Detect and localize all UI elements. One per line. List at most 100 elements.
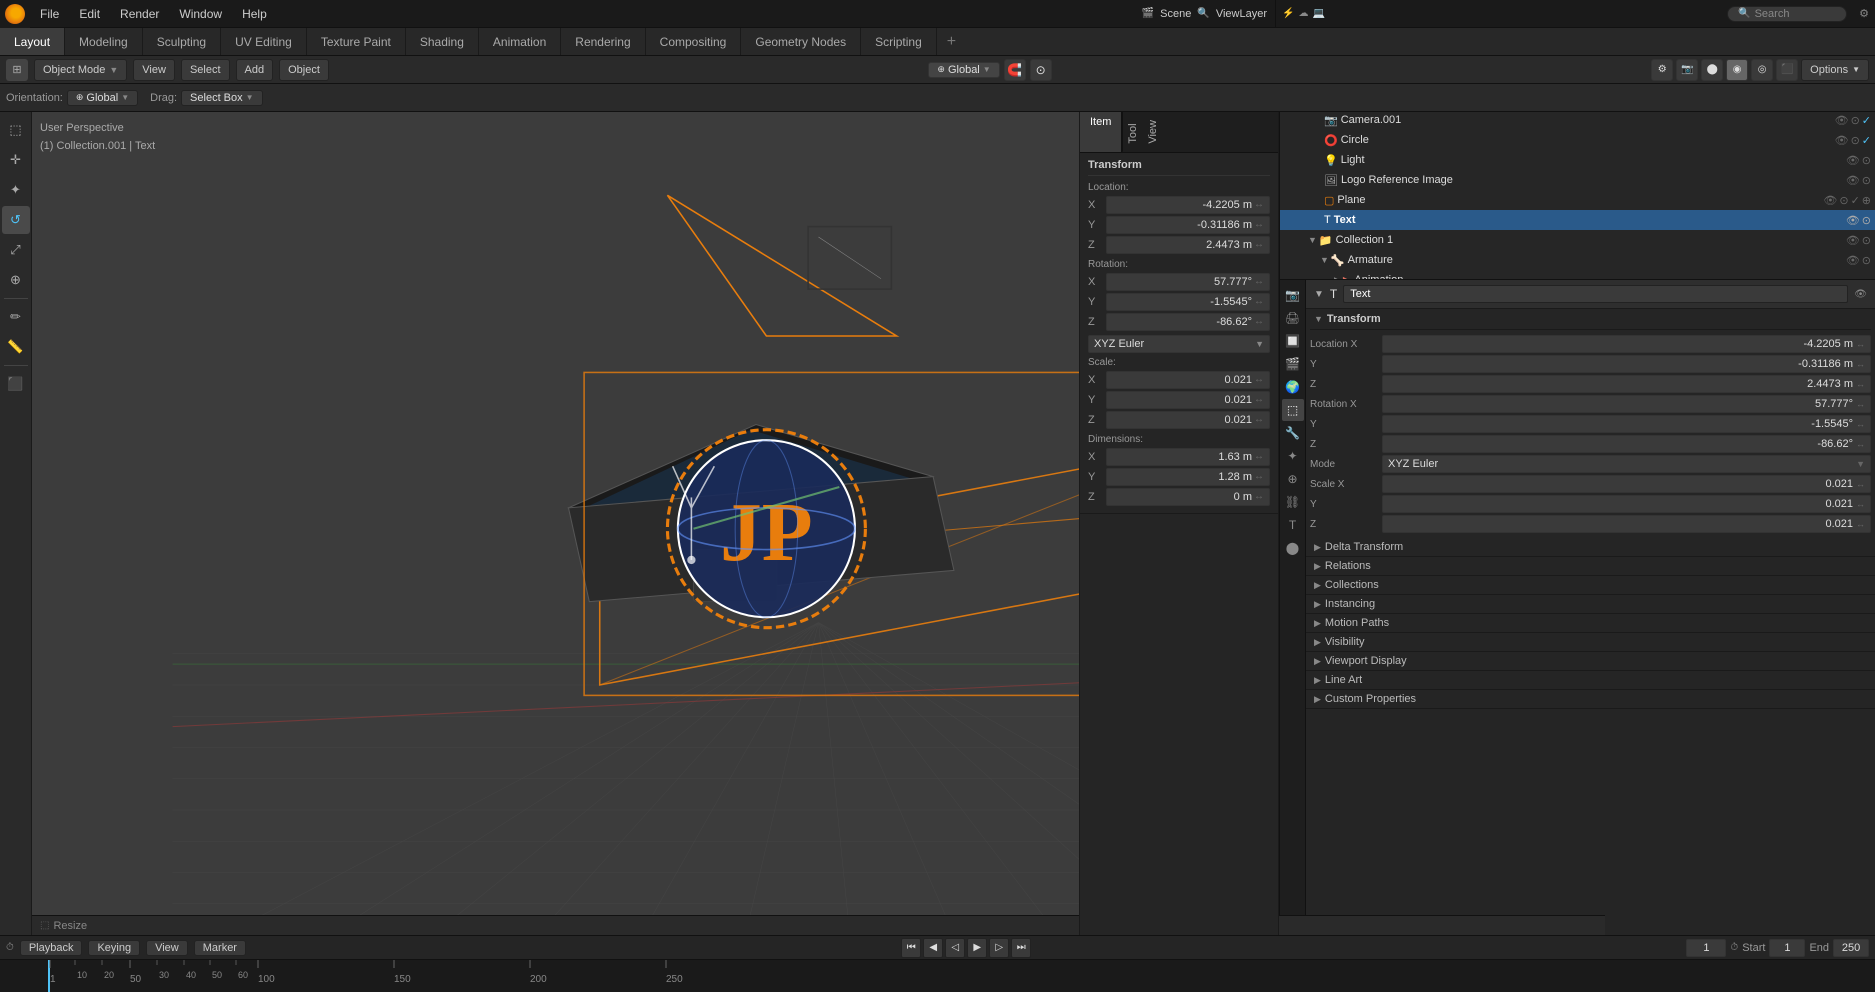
options-btn[interactable]: Options ▼ [1801, 59, 1869, 81]
outliner-plane[interactable]: ▢ Plane 👁⊙✓⊕ [1280, 190, 1875, 210]
props-particles-icon[interactable]: ✦ [1282, 445, 1304, 467]
props-rot-z-field[interactable]: -86.62° ↔ [1382, 435, 1871, 453]
play-reverse-btn[interactable]: ◁ [945, 938, 965, 958]
material-preview-btn[interactable]: ◎ [1751, 59, 1773, 81]
transform-section-toggle[interactable]: ▼ Transform [1310, 309, 1871, 330]
props-scale-y-field[interactable]: 0.021 ↔ [1382, 495, 1871, 513]
props-loc-x-field[interactable]: -4.2205 m ↔ [1382, 335, 1871, 353]
snap-btn[interactable]: 🧲 [1004, 59, 1026, 81]
outliner-logo-ref[interactable]: 🖼 Logo Reference Image 👁⊙ [1280, 170, 1875, 190]
transform-global-btn[interactable]: ⊕ Global ▼ [928, 62, 999, 78]
props-world-icon[interactable]: 🌍 [1282, 376, 1304, 398]
motion-paths-section[interactable]: ▶ Motion Paths [1306, 614, 1875, 633]
loc-x-field[interactable]: -4.2205 m ↔ [1106, 196, 1270, 214]
outliner-animation[interactable]: ▶ ▶ Animation [1280, 270, 1875, 279]
rot-x-field[interactable]: 57.777° ↔ [1106, 273, 1270, 291]
props-modifier-icon[interactable]: 🔧 [1282, 422, 1304, 444]
toolbar-rotate[interactable]: ↺ [2, 206, 30, 234]
play-btn[interactable]: ▶ [967, 938, 987, 958]
rot-y-field[interactable]: -1.5545° ↔ [1106, 293, 1270, 311]
props-constraints-icon[interactable]: ⛓ [1282, 491, 1304, 513]
add-menu-btn[interactable]: Add [236, 59, 274, 81]
loc-y-field[interactable]: -0.31186 m ↔ [1106, 216, 1270, 234]
keying-btn[interactable]: Keying [88, 940, 140, 956]
tab-texture-paint[interactable]: Texture Paint [307, 28, 406, 55]
solid-shading-btn[interactable]: ◉ [1726, 59, 1748, 81]
timeline-ruler[interactable]: 1 50 100 150 200 250 10 [0, 960, 1875, 992]
menu-window[interactable]: Window [169, 0, 232, 27]
current-frame[interactable]: 1 [1686, 939, 1726, 957]
rot-z-field[interactable]: -86.62° ↔ [1106, 313, 1270, 331]
visibility-section[interactable]: ▶ Visibility [1306, 633, 1875, 652]
outliner-armature[interactable]: ▼ 🦴 Armature 👁⊙ [1280, 250, 1875, 270]
menu-render[interactable]: Render [110, 0, 169, 27]
menu-help[interactable]: Help [232, 0, 277, 27]
outliner-circle[interactable]: ⭕ Circle 👁⊙✓ [1280, 130, 1875, 150]
render-preview-btn[interactable]: 📷 [1676, 59, 1698, 81]
line-art-section[interactable]: ▶ Line Art [1306, 671, 1875, 690]
jump-end-btn[interactable]: ⏭ [1011, 938, 1031, 958]
props-view-icon[interactable]: 🔲 [1282, 330, 1304, 352]
marker-btn[interactable]: Marker [194, 940, 246, 956]
props-loc-y-field[interactable]: -0.31186 m ↔ [1382, 355, 1871, 373]
props-material-icon[interactable]: ⬤ [1282, 537, 1304, 559]
loc-z-field[interactable]: 2.4473 m ↔ [1106, 236, 1270, 254]
tab-scripting[interactable]: Scripting [861, 28, 937, 55]
dim-x-field[interactable]: 1.63 m ↔ [1106, 448, 1270, 466]
toolbar-move[interactable]: ✦ [2, 176, 30, 204]
tab-rendering[interactable]: Rendering [561, 28, 645, 55]
outliner-text[interactable]: T Text 👁⊙ [1280, 210, 1875, 230]
tab-animation[interactable]: Animation [479, 28, 561, 55]
resize-bar[interactable]: ⬚ Resize [32, 915, 1605, 935]
object-name-field[interactable]: Text [1343, 285, 1848, 303]
props-data-icon[interactable]: T [1282, 514, 1304, 536]
viewport-shading-btn[interactable]: ⬤ [1701, 59, 1723, 81]
tab-uv-editing[interactable]: UV Editing [221, 28, 307, 55]
timeline-view-btn[interactable]: View [146, 940, 188, 956]
props-scale-x-field[interactable]: 0.021 ↔ [1382, 475, 1871, 493]
tab-tool[interactable]: Tool [1122, 112, 1143, 152]
proportional-btn[interactable]: ⊙ [1030, 59, 1052, 81]
outliner-light[interactable]: 💡 Light 👁⊙ [1280, 150, 1875, 170]
dim-y-field[interactable]: 1.28 m ↔ [1106, 468, 1270, 486]
prev-keyframe-btn[interactable]: ◀ [923, 938, 943, 958]
tab-compositing[interactable]: Compositing [646, 28, 742, 55]
toolbar-cursor[interactable]: ✛ [2, 146, 30, 174]
select-menu-btn[interactable]: Select [181, 59, 230, 81]
dim-z-field[interactable]: 0 m ↔ [1106, 488, 1270, 506]
tab-sculpting[interactable]: Sculpting [143, 28, 221, 55]
props-physics-icon[interactable]: ⊕ [1282, 468, 1304, 490]
tab-geometry-nodes[interactable]: Geometry Nodes [741, 28, 861, 55]
end-frame[interactable]: 250 [1833, 939, 1869, 957]
props-rot-x-field[interactable]: 57.777° ↔ [1382, 395, 1871, 413]
props-output-icon[interactable]: 🖨 [1282, 307, 1304, 329]
tab-shading[interactable]: Shading [406, 28, 479, 55]
menu-file[interactable]: File [30, 0, 69, 27]
instancing-section[interactable]: ▶ Instancing [1306, 595, 1875, 614]
tab-layout[interactable]: Layout [0, 28, 65, 55]
menu-edit[interactable]: Edit [69, 0, 110, 27]
object-mode-btn[interactable]: Object Mode ▼ [34, 59, 127, 81]
props-scale-z-field[interactable]: 0.021 ↔ [1382, 515, 1871, 533]
outliner-camera[interactable]: 📷 Camera.001 👁⊙✓ [1280, 110, 1875, 130]
scale-z-field[interactable]: 0.021 ↔ [1106, 411, 1270, 429]
toolbar-select-box[interactable]: ⬚ [2, 116, 30, 144]
tab-item[interactable]: Item [1080, 112, 1122, 152]
props-loc-z-field[interactable]: 2.4473 m ↔ [1382, 375, 1871, 393]
collections-section[interactable]: ▶ Collections [1306, 576, 1875, 595]
viewport-display-section[interactable]: ▶ Viewport Display [1306, 652, 1875, 671]
props-rot-y-field[interactable]: -1.5545° ↔ [1382, 415, 1871, 433]
toolbar-scale[interactable]: ⤢ [2, 236, 30, 264]
rotation-mode-dropdown[interactable]: XYZ Euler ▼ [1088, 335, 1270, 353]
select-box-btn[interactable]: Select Box ▼ [181, 90, 263, 106]
props-render-icon[interactable]: 📷 [1282, 284, 1304, 306]
props-mode-dropdown[interactable]: XYZ Euler ▼ [1382, 455, 1871, 473]
editor-type-btn[interactable]: ⚙ [1651, 59, 1673, 81]
tab-modeling[interactable]: Modeling [65, 28, 143, 55]
props-scene-icon[interactable]: 🎬 [1282, 353, 1304, 375]
delta-transform-section[interactable]: ▶ Delta Transform [1306, 538, 1875, 557]
toolbar-add-cube[interactable]: ⬛ [2, 370, 30, 398]
scene-label[interactable]: Scene [1160, 8, 1191, 20]
jump-start-btn[interactable]: ⏮ [901, 938, 921, 958]
add-workspace-btn[interactable]: + [937, 33, 966, 51]
